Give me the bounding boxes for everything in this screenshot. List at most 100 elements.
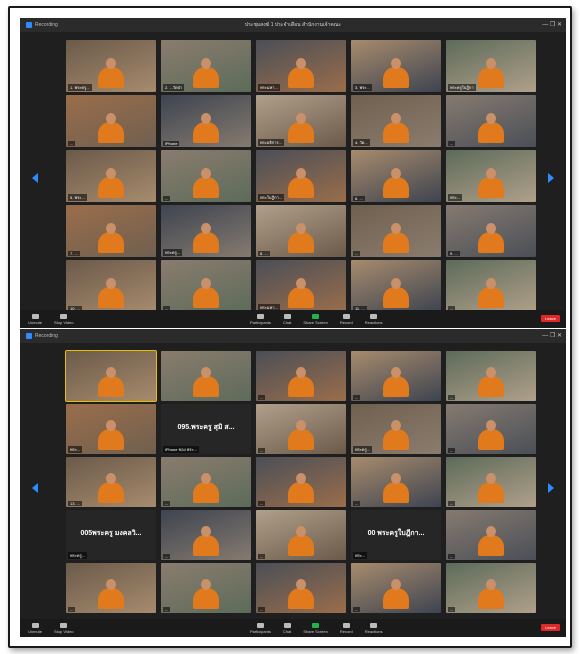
- leave-button[interactable]: Leave: [541, 624, 560, 631]
- participants-button[interactable]: Participants: [250, 622, 271, 634]
- participant-tile[interactable]: ...: [66, 563, 156, 613]
- participants-icon: [256, 313, 264, 319]
- participant-tile[interactable]: 11. ...: [351, 260, 441, 312]
- head-shape: [106, 168, 116, 179]
- monk-figure-icon: [98, 420, 124, 450]
- record-button[interactable]: Record: [340, 313, 353, 325]
- robe-shape: [193, 482, 219, 503]
- participant-tile[interactable]: ...: [256, 404, 346, 454]
- prev-page-arrow-icon[interactable]: [32, 173, 38, 183]
- monk-figure-icon: [98, 223, 124, 253]
- robe-shape: [98, 588, 124, 609]
- participant-tile[interactable]: 10. ...: [66, 260, 156, 312]
- participant-tile[interactable]: 5. พระ...: [66, 150, 156, 202]
- participant-tile[interactable]: ...: [446, 510, 536, 560]
- chat-button[interactable]: Chat: [283, 622, 291, 634]
- participant-tile[interactable]: ...: [161, 457, 251, 507]
- participant-tile[interactable]: ...: [446, 95, 536, 147]
- mute-button[interactable]: Unmute: [28, 622, 42, 634]
- participant-tile[interactable]: ...: [161, 510, 251, 560]
- robe-shape: [288, 588, 314, 609]
- participant-tile[interactable]: 13. ...: [66, 457, 156, 507]
- participant-tile[interactable]: ...: [446, 563, 536, 613]
- participant-tile[interactable]: พระมหา...: [256, 40, 346, 92]
- participant-tile[interactable]: ...: [161, 260, 251, 312]
- robe-shape: [383, 67, 409, 88]
- monk-figure-icon: [383, 473, 409, 503]
- participant-tile[interactable]: พระ...: [446, 150, 536, 202]
- participant-tile[interactable]: ...: [161, 150, 251, 202]
- participant-tile[interactable]: 1. พระครู...: [66, 40, 156, 92]
- video-button[interactable]: Stop Video: [54, 313, 74, 325]
- participant-tile[interactable]: 6. ...: [351, 150, 441, 202]
- reactions-icon: [370, 313, 378, 319]
- participant-tile[interactable]: 8. ...: [256, 205, 346, 257]
- participant-tile[interactable]: ...: [446, 457, 536, 507]
- next-page-arrow-icon[interactable]: [548, 483, 554, 493]
- share-screen-button[interactable]: Share Screen: [303, 622, 328, 634]
- participant-tile[interactable]: ...: [446, 351, 536, 401]
- monk-figure-icon: [288, 579, 314, 609]
- participant-tile[interactable]: 3. พระ...: [351, 40, 441, 92]
- participant-tile[interactable]: พระครู...: [351, 404, 441, 454]
- participant-tile[interactable]: 005พระครู มงคลวิ... พระครู...: [66, 510, 156, 560]
- prev-page-arrow-icon[interactable]: [32, 483, 38, 493]
- meeting-title: ประชุมสงฆ์ 1 ประจำเดือน สำนักงานเจ้าคณะ: [244, 22, 342, 28]
- camera-icon: [60, 622, 68, 628]
- participants-button[interactable]: Participants: [250, 313, 271, 325]
- share-screen-button[interactable]: Share Screen: [303, 313, 328, 325]
- participant-tile[interactable]: [161, 351, 251, 401]
- monk-figure-icon: [383, 113, 409, 143]
- participant-tile[interactable]: ...: [446, 404, 536, 454]
- reactions-button[interactable]: Reactions: [365, 313, 383, 325]
- participant-tile[interactable]: 7. ...: [66, 205, 156, 257]
- leave-button[interactable]: Leave: [541, 315, 560, 322]
- participant-tile[interactable]: ...: [161, 563, 251, 613]
- participant-tile[interactable]: 095.พระครู สุมิ ส... iPhone ของ พระ...: [161, 404, 251, 454]
- participant-tile[interactable]: ...: [446, 260, 536, 312]
- participant-name-tag: ...: [258, 448, 266, 453]
- participant-tile[interactable]: 9. ...: [446, 205, 536, 257]
- participant-tile[interactable]: 00 พระครูใบฎีกา... พระ...: [351, 510, 441, 560]
- reactions-button[interactable]: Reactions: [365, 622, 383, 634]
- window-controls[interactable]: — ❐ ✕: [542, 332, 562, 339]
- participant-tile[interactable]: 2. ...วัดป่า: [161, 40, 251, 92]
- head-shape: [106, 113, 116, 124]
- next-page-arrow-icon[interactable]: [548, 173, 554, 183]
- participant-tile[interactable]: 4. วัด...: [351, 95, 441, 147]
- participant-name-tag: ...: [448, 501, 456, 506]
- monk-figure-icon: [478, 367, 504, 397]
- participant-tile[interactable]: ...: [351, 351, 441, 401]
- participant-tile[interactable]: พระอธิการ...: [256, 95, 346, 147]
- participant-tile[interactable]: ...: [351, 205, 441, 257]
- participant-tile[interactable]: พระครู...: [161, 205, 251, 257]
- head-shape: [486, 168, 496, 179]
- video-button[interactable]: Stop Video: [54, 622, 74, 634]
- head-shape: [391, 367, 401, 378]
- participant-tile[interactable]: พระ...: [66, 404, 156, 454]
- participant-tile[interactable]: ...: [351, 457, 441, 507]
- participant-tile[interactable]: [65, 350, 157, 402]
- participant-tile[interactable]: ...: [351, 563, 441, 613]
- head-shape: [296, 223, 306, 234]
- participant-tile[interactable]: ...: [256, 457, 346, 507]
- window-controls[interactable]: — ❐ ✕: [542, 21, 562, 28]
- participant-tile[interactable]: ...: [256, 563, 346, 613]
- participant-name-tag: ...: [163, 196, 171, 201]
- titlebar: Recording ประชุมสงฆ์ 1 ประจำเดือน สำนักง…: [20, 18, 566, 32]
- monk-figure-icon: [98, 278, 124, 308]
- participant-tile[interactable]: iPhone: [161, 95, 251, 147]
- head-shape: [391, 223, 401, 234]
- participant-name-tag: 9. ...: [448, 251, 460, 256]
- monk-figure-icon: [98, 473, 124, 503]
- participant-tile[interactable]: ...: [256, 351, 346, 401]
- participant-tile[interactable]: พระครูใบฎีกา: [446, 40, 536, 92]
- record-button[interactable]: Record: [340, 622, 353, 634]
- mute-button[interactable]: Unmute: [28, 313, 42, 325]
- participant-tile[interactable]: พระมหา...: [256, 260, 346, 312]
- monk-figure-icon: [98, 113, 124, 143]
- participant-tile[interactable]: ...: [66, 95, 156, 147]
- chat-button[interactable]: Chat: [283, 313, 291, 325]
- participant-tile[interactable]: ...: [256, 510, 346, 560]
- participant-tile[interactable]: พระใบฎีกา...: [256, 150, 346, 202]
